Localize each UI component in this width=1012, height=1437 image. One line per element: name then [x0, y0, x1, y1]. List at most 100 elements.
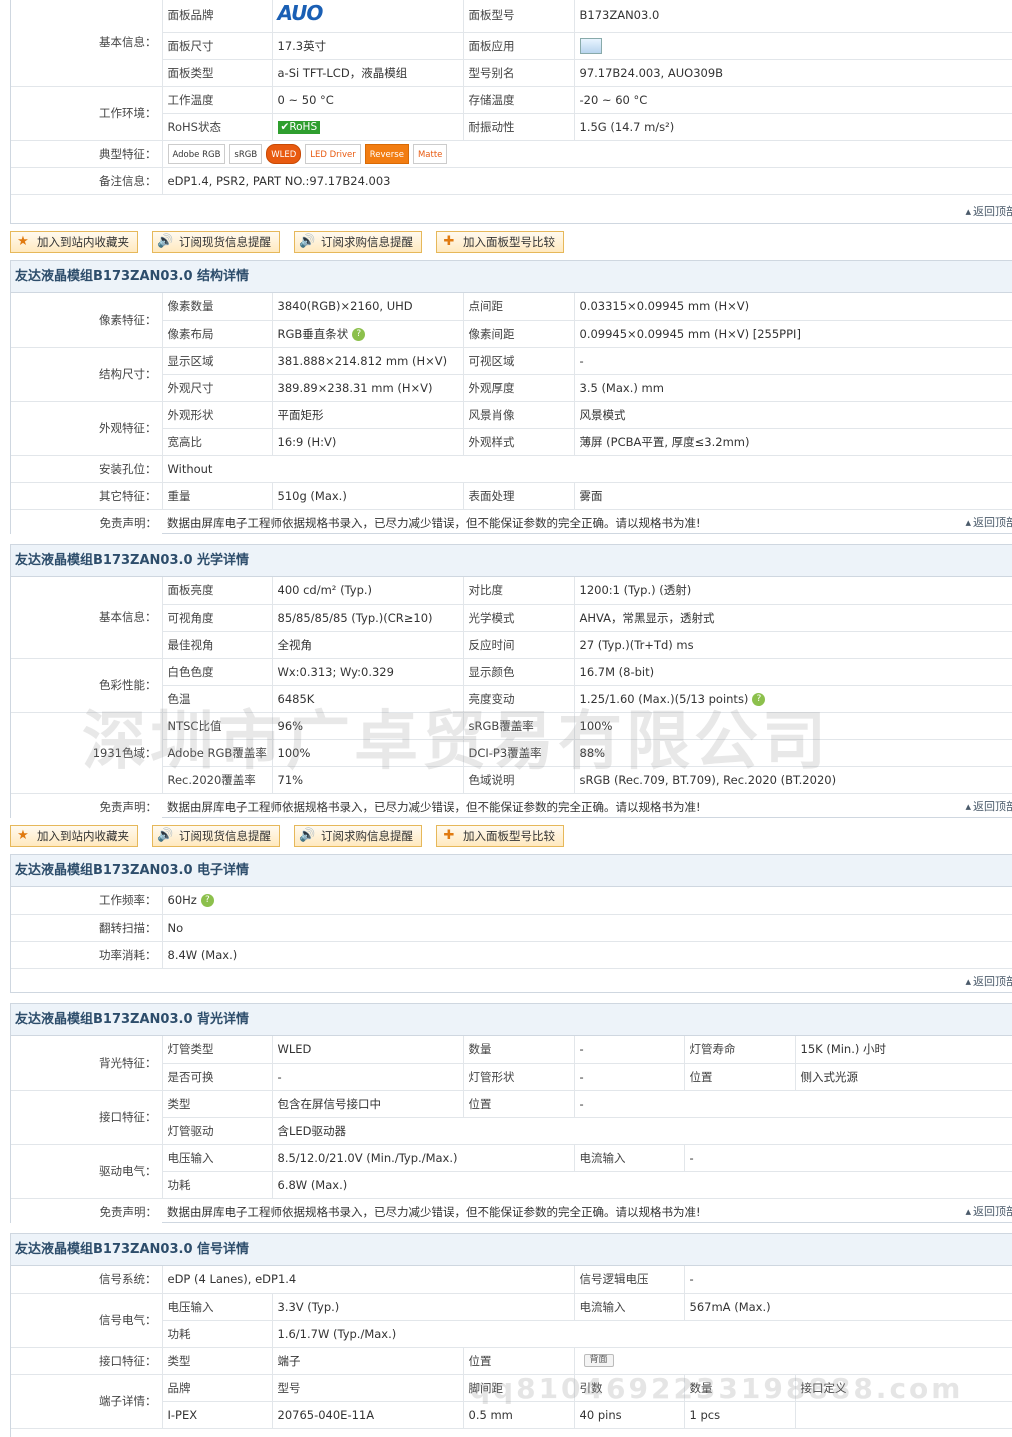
colors-value: 16.7M (8-bit): [573, 658, 1012, 686]
back-to-top-link[interactable]: 返回顶部: [965, 1203, 1012, 1219]
back-to-top-link[interactable]: 返回顶部: [965, 973, 1012, 989]
terminal-model-header: 型号: [271, 1374, 463, 1402]
subscribe-purchase-button[interactable]: 🔊 订阅求购信息提醒: [294, 231, 422, 253]
subscribe-purchase-button[interactable]: 🔊 订阅求购信息提醒: [294, 825, 422, 847]
group-env: 工作环境：: [11, 86, 162, 141]
optical-panel: 友达液晶模组B173ZAN03.0 光学详情 基本信息： 面板亮度 400 cd/…: [10, 544, 1012, 820]
led-driver-badge[interactable]: LED Driver: [305, 144, 361, 164]
help-icon[interactable]: ?: [752, 692, 766, 706]
if-position-value: -: [573, 1090, 1012, 1118]
back-to-top-link[interactable]: 返回顶部: [965, 514, 1012, 530]
structure-table: 像素特征： 像素数量 3840(RGB)×2160, UHD 点间距 0.03315×…: [11, 293, 1012, 536]
terminal-qty-header: 数量: [683, 1374, 796, 1402]
mount-value: Without: [161, 455, 1012, 483]
group-backlight: 背光特征：: [11, 1036, 162, 1091]
electronic-table: 工作频率： 60Hz? 翻转扫描： No 功率消耗： 8.4W (Max.): [11, 887, 1012, 969]
storage-value: -20 ~ 60 °C: [573, 86, 1012, 114]
wled-badge[interactable]: WLED: [266, 144, 302, 164]
group-flip: 翻转扫描：: [11, 914, 162, 942]
add-compare-button[interactable]: ✚ 加入面板型号比较: [436, 825, 564, 847]
power-value: 8.4W (Max.): [161, 941, 1012, 969]
position-label: 位置: [683, 1063, 795, 1091]
group-signal-electric: 信号电气：: [11, 1293, 162, 1348]
response-value: 27 (Typ.)(Tr+Td) ms: [573, 631, 1012, 659]
dot-pitch-value: 0.03315×0.09945 mm (H×V): [573, 293, 1012, 321]
optical-table: 基本信息： 面板亮度 400 cd/m² (Typ.) 对比度 1200:1 (Typ…: [11, 577, 1012, 820]
auo-logo: AUO: [277, 1, 324, 26]
sig-voltage-value: 3.3V (Typ.): [271, 1293, 575, 1321]
surface-value: 雾面: [573, 482, 1012, 510]
alias-value: 97.17B24.003, AUO309B: [573, 59, 1012, 87]
backlight-table: 背光特征： 灯管类型 WLED 数量 - 灯管寿命 15K (Min.) 小时 是否可换 -…: [11, 1036, 1012, 1225]
group-signal-system: 信号系统：: [11, 1266, 162, 1294]
pixel-pitch-value: 0.09945×0.09945 mm (H×V) [255PPI]: [573, 320, 1012, 348]
size-label: 面板尺寸: [161, 32, 272, 60]
temp-value: 0 ~ 50 °C: [271, 86, 463, 114]
group-gamut: 1931色域：: [11, 712, 162, 794]
srgb-badge[interactable]: sRGB: [229, 144, 263, 164]
if-position-label: 位置: [462, 1090, 574, 1118]
optical-mode-value: AHVA，常黑显示，透射式: [573, 604, 1012, 632]
reverse-badge[interactable]: Reverse: [364, 144, 409, 164]
plus-icon: ✚: [443, 234, 455, 249]
star-icon: ★: [17, 234, 29, 249]
subscribe-stock-button[interactable]: 🔊 订阅现货信息提醒: [152, 231, 280, 253]
group-size: 结构尺寸：: [11, 347, 162, 402]
electronic-panel: 友达液晶模组B173ZAN03.0 电子详情 工作频率： 60Hz? 翻转扫描： N…: [10, 854, 1012, 993]
back-to-top-link[interactable]: 返回顶部: [965, 798, 1012, 814]
matte-badge[interactable]: Matte: [412, 144, 448, 164]
position-value: 侧入式光源: [794, 1063, 1012, 1091]
pixel-layout-label: 像素布局: [161, 320, 272, 348]
action-bar: ★ 加入到站内收藏夹 🔊 订阅现货信息提醒 🔊 订阅求购信息提醒 ✚ 加入面板型号比较: [10, 825, 564, 847]
aspect-label: 宽高比: [161, 428, 272, 456]
response-label: 反应时间: [462, 631, 574, 659]
vibration-label: 耐振动性: [462, 113, 574, 141]
terminal-pitch-header: 脚间距: [462, 1374, 575, 1402]
quantity-label: 数量: [462, 1036, 574, 1064]
ntsc-label: NTSC比值: [161, 712, 272, 740]
lamp-type-value: WLED: [271, 1036, 463, 1064]
speaker-icon: 🔊: [157, 234, 174, 249]
disclaimer-label: 免责声明：: [11, 509, 162, 536]
sig-current-label: 电流输入: [573, 1293, 685, 1321]
dci-p3-label: DCI-P3覆盖率: [462, 739, 574, 767]
help-icon[interactable]: ?: [352, 327, 366, 341]
application-label: 面板应用: [462, 32, 574, 60]
adobe-rgb-badge[interactable]: Adobe RGB: [167, 144, 226, 164]
terminal-model: 20765-040E-11A: [271, 1401, 463, 1429]
pixel-pitch-label: 像素间距: [462, 320, 574, 348]
pixel-layout-value: RGB垂直条状: [277, 326, 349, 341]
type-label: 面板类型: [161, 59, 272, 87]
flip-value: No: [161, 914, 1012, 942]
terminal-def-header: 接口定义: [794, 1374, 1012, 1402]
help-icon[interactable]: ?: [200, 894, 214, 908]
lamp-shape-label: 灯管形状: [462, 1063, 574, 1091]
srgb-label: sRGB覆盖率: [462, 712, 574, 740]
back-to-top-link[interactable]: 返回顶部: [965, 203, 1012, 219]
dot-pitch-label: 点间距: [462, 293, 574, 321]
speaker-icon: 🔊: [157, 828, 174, 843]
pixel-count-value: 3840(RGB)×2160, UHD: [271, 293, 463, 321]
logic-voltage-label: 信号逻辑电压: [573, 1266, 685, 1294]
disclaimer-text: 数据由屏库电子工程师依据规格书录入，已尽力减少错误，但不能保证参数的完全正确。请…: [167, 1204, 701, 1219]
group-signal-interface: 接口特征：: [11, 1347, 162, 1375]
thickness-value: 3.5 (Max.) mm: [573, 374, 1012, 402]
add-favorite-button[interactable]: ★ 加入到站内收藏夹: [10, 231, 138, 253]
lamp-shape-value: -: [573, 1063, 684, 1091]
speaker-icon: 🔊: [299, 828, 316, 843]
adobe-rgb-value: 100%: [271, 739, 463, 767]
logic-voltage-value: -: [683, 1266, 1012, 1294]
contrast-label: 对比度: [462, 577, 574, 605]
viewing-area-value: -: [573, 347, 1012, 375]
lifetime-label: 灯管寿命: [683, 1036, 795, 1064]
current-label: 电流输入: [573, 1144, 684, 1172]
structure-panel: 友达液晶模组B173ZAN03.0 结构详情 像素特征： 像素数量 3840(RG…: [10, 260, 1012, 536]
add-compare-button[interactable]: ✚ 加入面板型号比较: [436, 231, 564, 253]
subscribe-stock-button[interactable]: 🔊 订阅现货信息提醒: [152, 825, 280, 847]
add-favorite-button[interactable]: ★ 加入到站内收藏夹: [10, 825, 138, 847]
temp-label: 工作温度: [161, 86, 272, 114]
terminal-pitch: 0.5 mm: [462, 1401, 575, 1429]
weight-label: 重量: [161, 482, 272, 510]
laptop-icon[interactable]: [579, 38, 602, 54]
orientation-label: 风景肖像: [462, 401, 574, 429]
